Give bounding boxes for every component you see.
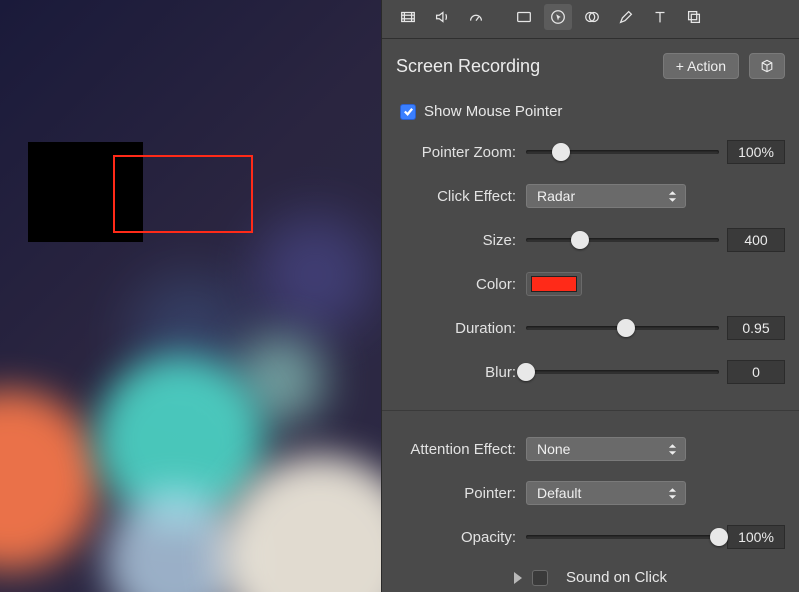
color-swatch-fill xyxy=(531,276,577,292)
bokeh-blob xyxy=(0,390,100,570)
show-mouse-pointer-label: Show Mouse Pointer xyxy=(424,103,562,120)
gauge-icon[interactable] xyxy=(462,4,490,30)
pointer-select[interactable]: Default xyxy=(526,481,686,505)
text-icon[interactable] xyxy=(646,4,674,30)
blur-label: Blur: xyxy=(396,364,526,381)
blur-value[interactable]: 0 xyxy=(727,360,785,384)
click-effect-label: Click Effect: xyxy=(396,188,526,205)
add-action-button[interactable]: + Action xyxy=(663,53,739,79)
size-slider[interactable] xyxy=(526,230,719,250)
cursor-icon[interactable] xyxy=(544,4,572,30)
clips-icon[interactable] xyxy=(394,4,422,30)
section-title: Screen Recording xyxy=(396,56,653,77)
layers-icon[interactable] xyxy=(680,4,708,30)
opacity-value[interactable]: 100% xyxy=(727,525,785,549)
checkmark-icon xyxy=(400,104,416,120)
duration-slider[interactable] xyxy=(526,318,719,338)
sound-on-click-label: Sound on Click xyxy=(566,569,667,586)
sound-on-click-checkbox[interactable] xyxy=(532,570,548,586)
selection-red-rect[interactable] xyxy=(113,155,253,233)
bokeh-blob xyxy=(255,215,375,335)
inspector-panel: Screen Recording + Action Show Mouse Poi… xyxy=(381,0,799,592)
opacity-label: Opacity: xyxy=(396,529,526,546)
overlap-icon[interactable] xyxy=(578,4,606,30)
pointer-zoom-value[interactable]: 100% xyxy=(727,140,785,164)
cube-button[interactable] xyxy=(749,53,785,79)
chevrons-icon xyxy=(665,190,679,203)
click-effect-value: Radar xyxy=(537,188,575,204)
chevrons-icon xyxy=(665,443,679,456)
blur-slider[interactable] xyxy=(526,362,719,382)
attention-effect-select[interactable]: None xyxy=(526,437,686,461)
size-value[interactable]: 400 xyxy=(727,228,785,252)
canvas-preview[interactable] xyxy=(0,0,381,592)
color-label: Color: xyxy=(396,276,526,293)
pointer-label: Pointer: xyxy=(396,485,526,502)
duration-value[interactable]: 0.95 xyxy=(727,316,785,340)
attention-effect-label: Attention Effect: xyxy=(396,441,526,458)
pointer-zoom-slider[interactable] xyxy=(526,142,719,162)
screen-icon[interactable] xyxy=(510,4,538,30)
audio-icon[interactable] xyxy=(428,4,456,30)
click-effect-select[interactable]: Radar xyxy=(526,184,686,208)
add-action-label: + Action xyxy=(676,58,726,74)
section-divider xyxy=(382,410,799,411)
opacity-slider[interactable] xyxy=(526,527,719,547)
pointer-value: Default xyxy=(537,485,581,501)
attention-effect-value: None xyxy=(537,441,570,457)
inspector-toolbar xyxy=(382,0,799,39)
size-label: Size: xyxy=(396,232,526,249)
chevrons-icon xyxy=(665,487,679,500)
duration-label: Duration: xyxy=(396,320,526,337)
pencil-icon[interactable] xyxy=(612,4,640,30)
color-swatch[interactable] xyxy=(526,272,582,296)
pointer-zoom-label: Pointer Zoom: xyxy=(396,144,526,161)
disclosure-triangle-icon[interactable] xyxy=(514,572,522,584)
show-mouse-pointer-checkbox[interactable]: Show Mouse Pointer xyxy=(396,95,785,128)
